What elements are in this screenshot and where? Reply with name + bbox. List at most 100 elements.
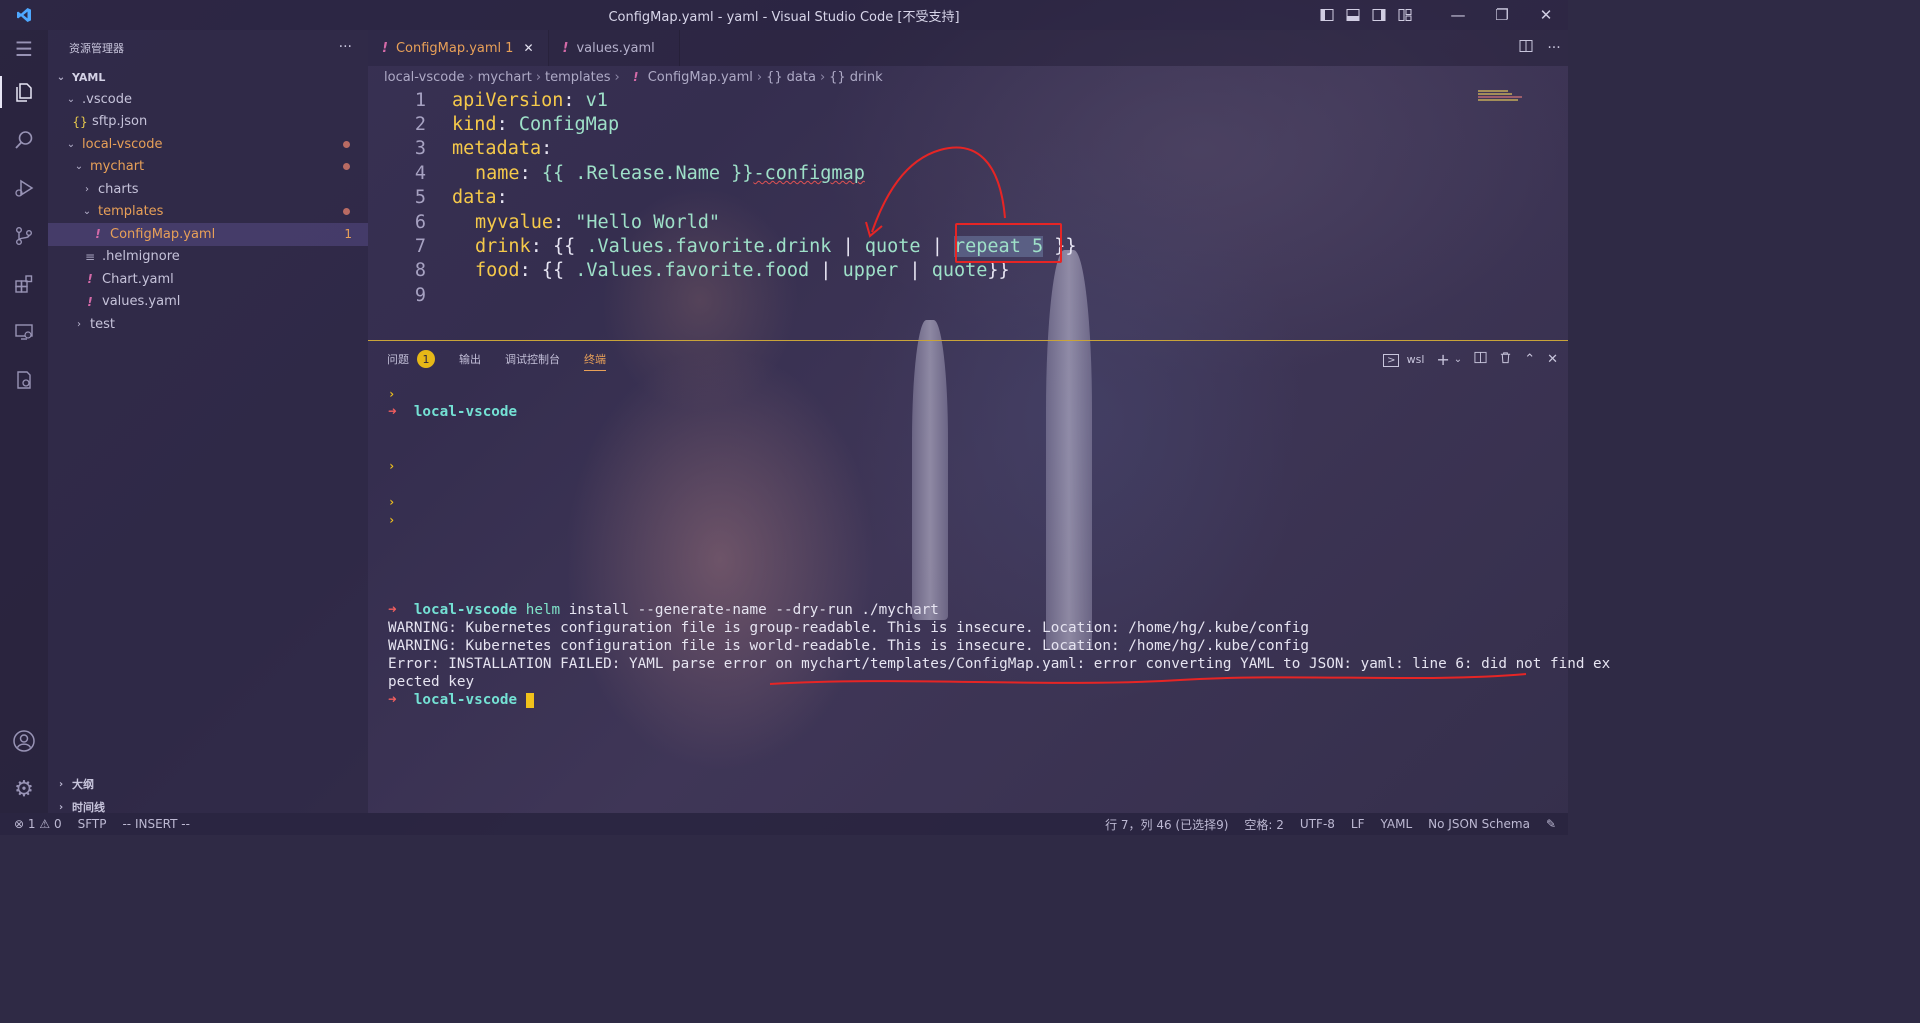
new-terminal-icon[interactable]: +: [1436, 350, 1449, 369]
split-terminal-icon[interactable]: [1474, 351, 1487, 368]
terminal-warning: WARNING: Kubernetes configuration file i…: [388, 638, 1309, 654]
tab-output[interactable]: 输出: [459, 341, 481, 377]
tree-item-label: Chart.yaml: [102, 271, 174, 287]
cursor-position[interactable]: 行 7，列 46 (已选择9): [1105, 816, 1228, 833]
tab-problems[interactable]: 问题 1: [387, 341, 435, 377]
tree-folder-mychart[interactable]: ⌄ mychart: [48, 156, 368, 179]
breadcrumb-item[interactable]: local-vscode: [384, 70, 464, 85]
tree-file-configmap-yaml[interactable]: ! ConfigMap.yaml 1: [48, 223, 368, 246]
tree-item-label: local-vscode: [82, 136, 163, 152]
tree-item-label: charts: [98, 181, 139, 197]
yaml-value: v1: [574, 89, 608, 111]
close-window-icon[interactable]: ✕: [1524, 0, 1568, 30]
tree-folder-templates[interactable]: ⌄ templates: [48, 201, 368, 224]
breadcrumb-item[interactable]: templates: [545, 70, 610, 85]
customize-layout-icon[interactable]: [1392, 0, 1418, 30]
pipe: |: [831, 236, 865, 258]
terminal-profile[interactable]: > wsl: [1383, 352, 1424, 367]
template-function: upper: [842, 260, 899, 282]
source-control-icon[interactable]: [0, 212, 48, 260]
yaml-key: data: [452, 187, 497, 209]
line-number: 6: [414, 211, 426, 233]
workspace-root[interactable]: ⌄ YAML: [48, 66, 368, 88]
tab-label: 问题: [387, 353, 409, 366]
modified-dot-icon: [343, 163, 350, 171]
breadcrumb-item[interactable]: data: [787, 70, 816, 85]
tab-debug-console[interactable]: 调试控制台: [505, 341, 560, 377]
template-function: quote: [864, 236, 921, 258]
explorer-sidebar: 资源管理器 ··· ⌄ YAML ⌄ .vscode {} sftp.json …: [48, 30, 368, 814]
feedback-icon[interactable]: ✎: [1546, 817, 1556, 831]
toggle-secondary-sidebar-icon[interactable]: [1366, 0, 1392, 30]
terminal-warning: WARNING: Kubernetes configuration file i…: [388, 620, 1309, 636]
tree-file-helmignore[interactable]: ≡ .helmignore: [48, 246, 368, 269]
explorer-icon[interactable]: [0, 68, 48, 116]
indentation[interactable]: 空格: 2: [1244, 816, 1284, 833]
code-line: 9: [368, 283, 1568, 307]
minimize-icon[interactable]: —: [1436, 0, 1480, 30]
tab-label: ConfigMap.yaml: [395, 40, 502, 56]
breadcrumb-item[interactable]: mychart: [478, 70, 532, 85]
more-actions-icon[interactable]: ···: [1540, 40, 1568, 56]
chevron-down-icon: ⌄: [74, 161, 84, 173]
toggle-panel-icon[interactable]: [1340, 0, 1366, 30]
extensions-icon[interactable]: [0, 260, 48, 308]
editor-actions: ···: [1512, 30, 1568, 66]
yaml-file-icon: !: [632, 70, 639, 84]
prompt-arrow-icon: ›: [388, 513, 396, 527]
code-editor[interactable]: 1 apiVersion: v1 2 kind: ConfigMap 3 met…: [368, 88, 1568, 340]
problems-status[interactable]: ⊗ 1 ⚠ 0: [14, 817, 62, 831]
chevron-down-icon[interactable]: ⌄: [1454, 354, 1462, 365]
tree-folder-test[interactable]: › test: [48, 313, 368, 336]
terminal-line: ➜ local-vscode helm install --generate-n…: [388, 601, 1548, 619]
close-panel-icon[interactable]: ✕: [1547, 352, 1558, 367]
more-actions-icon[interactable]: ···: [339, 39, 352, 55]
tab-terminal[interactable]: 终端: [584, 341, 606, 377]
settings-gear-icon[interactable]: ⚙: [0, 765, 48, 813]
code-line: 5 data:: [368, 186, 1568, 210]
tab-label: values.yaml: [576, 40, 655, 56]
problem-count: 1: [344, 227, 352, 242]
split-editor-icon[interactable]: [1512, 39, 1540, 57]
tab-configmap-yaml[interactable]: ! ConfigMap.yaml 1 ✕: [368, 30, 549, 66]
sftp-status[interactable]: SFTP: [78, 817, 107, 831]
terminal-error: Error: INSTALLATION FAILED: YAML parse e…: [388, 656, 1611, 672]
tree-item-label: values.yaml: [102, 294, 181, 310]
tree-folder-local-vscode[interactable]: ⌄ local-vscode: [48, 133, 368, 156]
chevron-right-icon: ›: [468, 69, 474, 85]
run-and-debug-icon[interactable]: [0, 164, 48, 212]
tab-values-yaml[interactable]: ! values.yaml: [549, 30, 680, 66]
code-line: 3 metadata:: [368, 137, 1568, 161]
terminal-error: pected key: [388, 674, 475, 690]
tree-file-values-yaml[interactable]: ! values.yaml: [48, 291, 368, 314]
terminal-line: ›: [388, 385, 1548, 403]
language-mode[interactable]: YAML: [1381, 817, 1413, 831]
template-expression: {{ .Release.Name }}: [530, 162, 754, 184]
menu-icon[interactable]: ☰: [0, 30, 48, 68]
toggle-primary-sidebar-icon[interactable]: [1314, 0, 1340, 30]
tab-label: 调试控制台: [505, 353, 560, 366]
restore-icon[interactable]: ❐: [1480, 0, 1524, 30]
terminal-cursor: [525, 692, 534, 708]
breadcrumb-item[interactable]: ConfigMap.yaml: [648, 70, 753, 85]
remote-explorer-icon[interactable]: [0, 308, 48, 356]
accounts-icon[interactable]: [0, 717, 48, 765]
tree-folder-charts[interactable]: › charts: [48, 178, 368, 201]
maximize-panel-icon[interactable]: ⌃: [1524, 352, 1535, 367]
trash-icon[interactable]: [1499, 351, 1512, 368]
tree-file-chart-yaml[interactable]: ! Chart.yaml: [48, 268, 368, 291]
breadcrumb-item[interactable]: drink: [850, 70, 883, 85]
tree-folder-vscode[interactable]: ⌄ .vscode: [48, 88, 368, 111]
test-report-icon[interactable]: [0, 356, 48, 404]
end-of-line[interactable]: LF: [1351, 817, 1365, 831]
tree-file-sftp-json[interactable]: {} sftp.json: [48, 111, 368, 134]
explorer-title: 资源管理器: [69, 42, 124, 55]
minimap[interactable]: [1478, 90, 1554, 108]
outline-section[interactable]: › 大纲: [48, 773, 368, 795]
json-schema[interactable]: No JSON Schema: [1428, 817, 1530, 831]
search-icon[interactable]: [0, 116, 48, 164]
terminal[interactable]: › ➜ local-vscode › › › ➜ local-vscode he…: [388, 385, 1611, 709]
encoding[interactable]: UTF-8: [1300, 817, 1335, 831]
close-tab-icon[interactable]: ✕: [523, 41, 533, 55]
yaml-value-error: -configmap: [753, 162, 865, 184]
